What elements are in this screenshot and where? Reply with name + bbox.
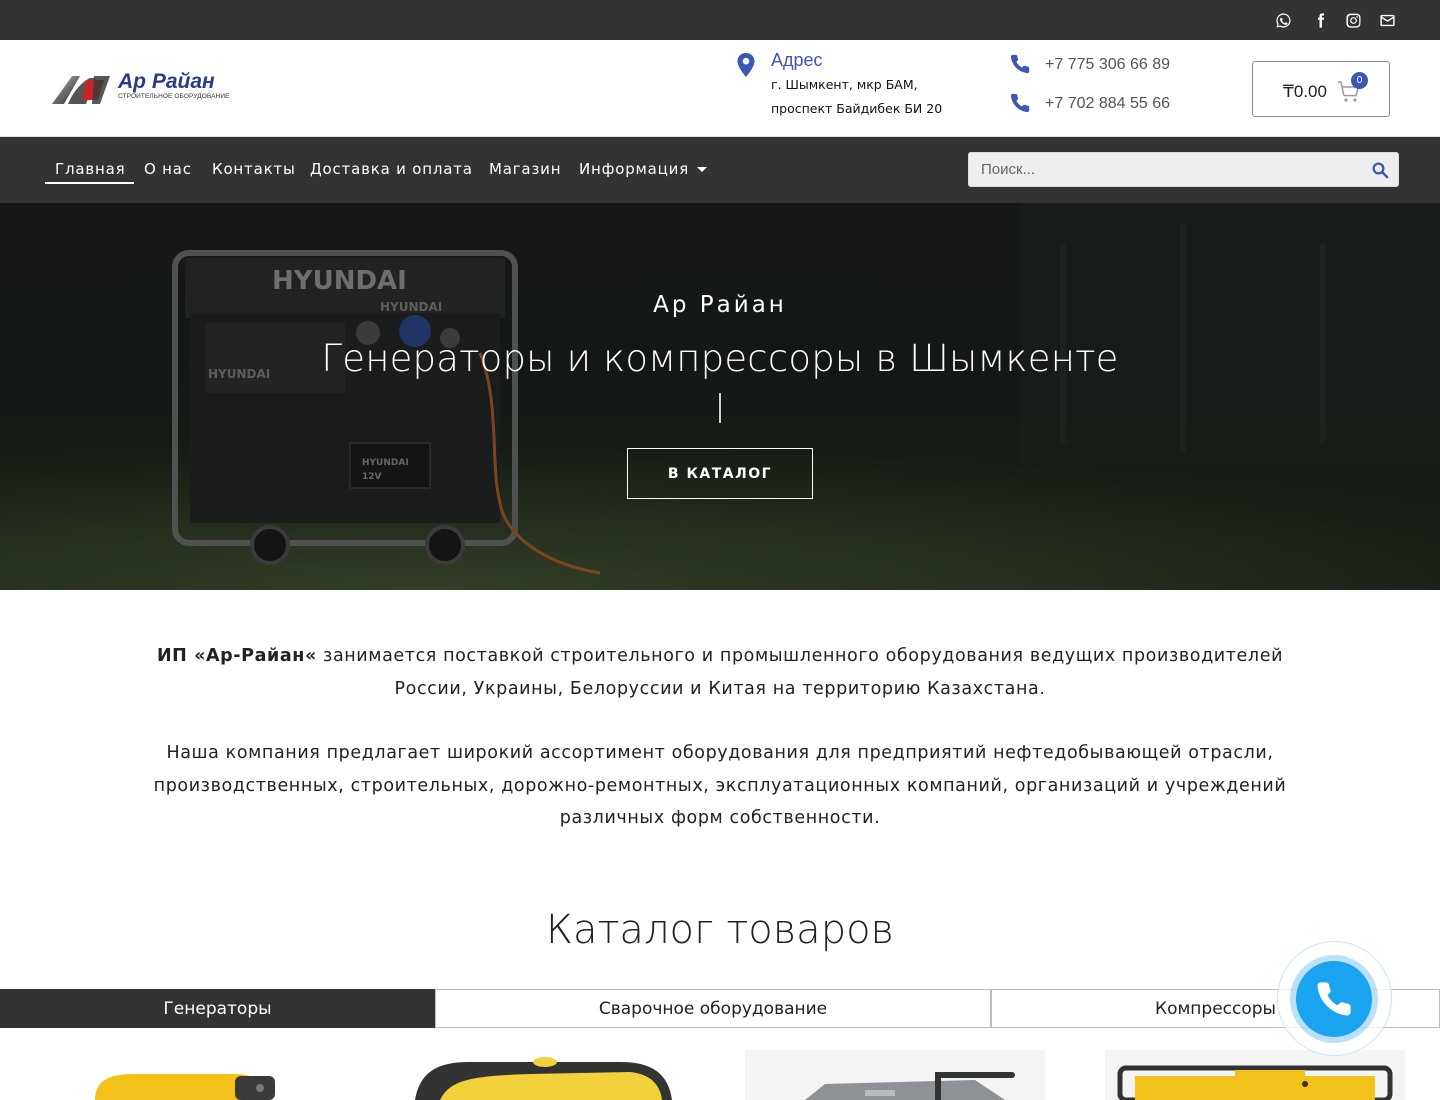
phone-icon: [1317, 982, 1351, 1016]
phone-number-1[interactable]: +7 775 306 66 89: [1045, 56, 1170, 74]
catalog-button[interactable]: В КАТАЛОГ: [627, 448, 813, 499]
company-name: ИП «Ар-Райан«: [156, 646, 317, 666]
catalog-title: Каталог товаров: [545, 907, 894, 953]
chevron-down-icon[interactable]: [697, 167, 707, 172]
logo-mark-icon: [52, 76, 110, 104]
hero-title: Генераторы и компрессоры в Шымкенте: [321, 337, 1119, 380]
site-header: Ар Райан СТРОИТЕЛЬНОЕ ОБОРУДОВАНИЕ Адрес…: [0, 40, 1440, 137]
cart-total: ₸0.00: [1283, 82, 1327, 101]
phone-icon: [1010, 54, 1030, 74]
instagram-icon[interactable]: [1344, 11, 1362, 29]
product-image[interactable]: [745, 1050, 1045, 1100]
phone-number-2[interactable]: +7 702 884 55 66: [1045, 95, 1170, 113]
nav-item-delivery[interactable]: Доставка и оплата: [310, 160, 473, 178]
hero-banner: HYUNDAI HYUNDAI HYUNDAI HYUNDAI 12V Ар Р…: [0, 203, 1440, 590]
main-nav: Главная О нас Контакты Доставка и оплата…: [0, 137, 1440, 203]
intro-paragraph-2: Наша компания предлагает широкий ассорти…: [153, 743, 1287, 828]
product-image[interactable]: [410, 1050, 680, 1100]
address-line-1: г. Шымкент, мкр БАМ,: [771, 77, 918, 92]
phone-icon: [1010, 93, 1030, 113]
nav-item-about[interactable]: О нас: [144, 160, 192, 178]
tab-welding[interactable]: Сварочное оборудование: [435, 989, 991, 1028]
nav-item-contacts[interactable]: Контакты: [212, 160, 296, 178]
nav-item-home[interactable]: Главная: [55, 160, 125, 178]
logo-text: Ар Райан: [118, 70, 215, 93]
mail-icon[interactable]: [1378, 11, 1396, 29]
search-icon[interactable]: [1371, 161, 1389, 179]
intro-paragraph-1-text: занимается поставкой строительного и про…: [316, 646, 1284, 699]
cart-count-badge: 0: [1351, 72, 1368, 89]
top-bar: [0, 0, 1440, 40]
cart-button[interactable]: ₸0.00 0: [1252, 61, 1390, 117]
product-image[interactable]: [1105, 1050, 1405, 1100]
search-box: [968, 152, 1399, 187]
address-line-2: проспект Байдибек БИ 20: [771, 101, 943, 116]
whatsapp-icon[interactable]: [1274, 11, 1292, 29]
nav-item-info[interactable]: Информация: [579, 160, 689, 178]
intro-paragraph-1: ИП «Ар-Райан« занимается поставкой строи…: [150, 640, 1290, 705]
call-button[interactable]: [1296, 961, 1372, 1037]
facebook-icon[interactable]: [1311, 11, 1329, 29]
location-pin-icon: [737, 53, 755, 77]
logo-tagline: СТРОИТЕЛЬНОЕ ОБОРУДОВАНИЕ: [118, 93, 230, 100]
product-image[interactable]: [85, 1050, 295, 1100]
tab-generators[interactable]: Генераторы: [0, 989, 435, 1028]
nav-item-shop[interactable]: Магазин: [489, 160, 561, 178]
nav-active-indicator: [45, 182, 134, 184]
hero-kicker: Ар Райан: [653, 292, 787, 318]
address-title: Адрес: [771, 50, 823, 70]
search-input[interactable]: [969, 153, 1359, 186]
hero-divider: [719, 393, 721, 423]
intro-text: ИП «Ар-Райан« занимается поставкой строи…: [150, 640, 1290, 835]
logo[interactable]: Ар Райан СТРОИТЕЛЬНОЕ ОБОРУДОВАНИЕ: [50, 70, 229, 110]
